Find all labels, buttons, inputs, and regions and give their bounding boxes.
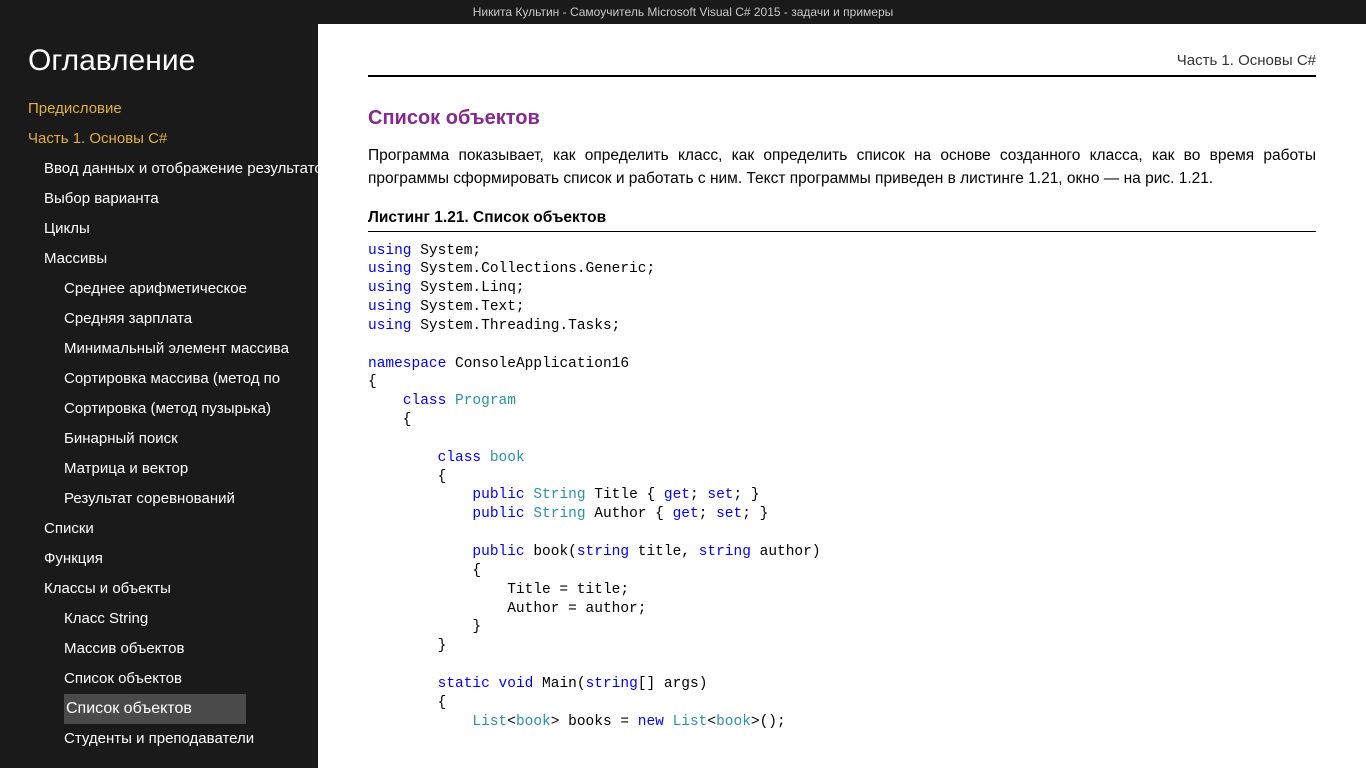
toc-item[interactable]: Ввод данных и отображение результатов: [28, 154, 318, 184]
main-area: Оглавление ПредисловиеЧасть 1. Основы C#…: [0, 24, 1366, 768]
chapter-label: Часть 1. Основы C#: [368, 24, 1316, 77]
code-listing: using System; using System.Collections.G…: [368, 242, 1316, 732]
toc-item[interactable]: Результат соревнований: [28, 484, 318, 514]
toc-item[interactable]: Выбор варианта: [28, 184, 318, 214]
toc-item-label: Список объектов: [64, 694, 246, 724]
toc-item[interactable]: Сортировка массива (метод по: [28, 364, 318, 394]
toc-list: ПредисловиеЧасть 1. Основы C#Ввод данных…: [28, 94, 318, 754]
toc-item[interactable]: Минимальный элемент массива: [28, 334, 318, 364]
toc-item[interactable]: Классы и объекты: [28, 574, 318, 604]
page-paragraph: Программа показывает, как определить кла…: [368, 144, 1316, 191]
toc-item[interactable]: Массивы: [28, 244, 318, 274]
window-title: Никита Культин - Самоучитель Microsoft V…: [473, 5, 894, 19]
toc-item[interactable]: Бинарный поиск: [28, 424, 318, 454]
toc-item[interactable]: Предисловие: [28, 94, 318, 124]
toc-heading: Оглавление: [28, 44, 318, 78]
window-title-bar: Никита Культин - Самоучитель Microsoft V…: [0, 0, 1366, 24]
toc-item[interactable]: Часть 1. Основы C#: [28, 124, 318, 154]
toc-sidebar: Оглавление ПредисловиеЧасть 1. Основы C#…: [0, 24, 318, 768]
toc-item[interactable]: Функция: [28, 544, 318, 574]
toc-item[interactable]: Среднее арифметическое: [28, 274, 318, 304]
toc-item[interactable]: Студенты и преподаватели: [28, 724, 318, 754]
toc-item-selected[interactable]: Список объектов: [28, 694, 318, 724]
toc-item[interactable]: Массив объектов: [28, 634, 318, 664]
content-area: Часть 1. Основы C# Список объектов Прогр…: [318, 24, 1366, 768]
toc-item[interactable]: Список объектов: [28, 664, 318, 694]
toc-item[interactable]: Циклы: [28, 214, 318, 244]
toc-item[interactable]: Списки: [28, 514, 318, 544]
toc-item[interactable]: Сортировка (метод пузырька): [28, 394, 318, 424]
listing-title: Листинг 1.21. Список объектов: [368, 209, 1316, 232]
toc-item[interactable]: Средняя зарплата: [28, 304, 318, 334]
toc-item[interactable]: Матрица и вектор: [28, 454, 318, 484]
page-heading: Список объектов: [368, 107, 1316, 130]
toc-item[interactable]: Класс String: [28, 604, 318, 634]
